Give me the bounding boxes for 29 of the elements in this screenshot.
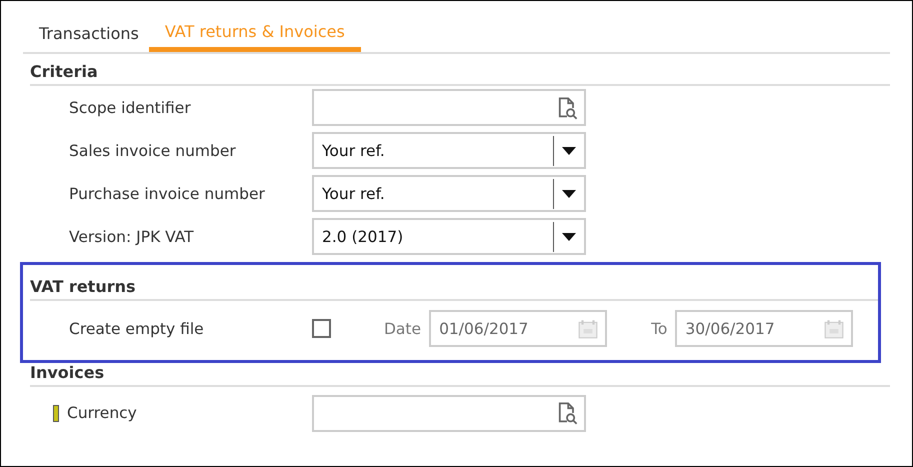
lookup-field[interactable] <box>312 394 586 432</box>
section-heading: VAT returns <box>30 269 878 301</box>
section-heading: Criteria <box>30 54 890 86</box>
caret-icon[interactable] <box>562 146 576 154</box>
caret-icon[interactable] <box>562 190 576 198</box>
field-label: Purchase invoice number <box>69 184 265 202</box>
dropdown-field[interactable]: Your ref. <box>312 175 586 212</box>
date-field[interactable]: 30/06/2017 <box>675 310 854 347</box>
lookup-field[interactable] <box>312 89 586 126</box>
dropdown-value: 2.0 (2017) <box>321 228 404 246</box>
dropdown-value: Your ref. <box>321 142 386 160</box>
field-label: Create empty file <box>69 320 204 338</box>
field-label: Sales invoice number <box>69 142 236 160</box>
dropdown-value: Your ref. <box>321 184 386 202</box>
section-heading: Invoices <box>30 363 890 387</box>
checkbox[interactable] <box>312 319 331 338</box>
date-value: 30/06/2017 <box>685 320 775 338</box>
date-label: Date <box>384 320 422 338</box>
document-search-icon[interactable] <box>556 401 578 425</box>
dropdown-field[interactable]: Your ref. <box>312 132 586 169</box>
dropdown-field[interactable]: 2.0 (2017) <box>312 218 586 255</box>
field-label: Scope identifier <box>69 98 191 116</box>
field-label: Version: JPK VAT <box>69 228 194 246</box>
field-label: Currency <box>67 404 137 422</box>
caret-icon[interactable] <box>562 232 576 240</box>
tab[interactable]: Transactions <box>23 15 149 52</box>
date-value: 01/06/2017 <box>439 320 528 338</box>
document-search-icon[interactable] <box>556 96 578 120</box>
date-label: To <box>651 320 668 338</box>
